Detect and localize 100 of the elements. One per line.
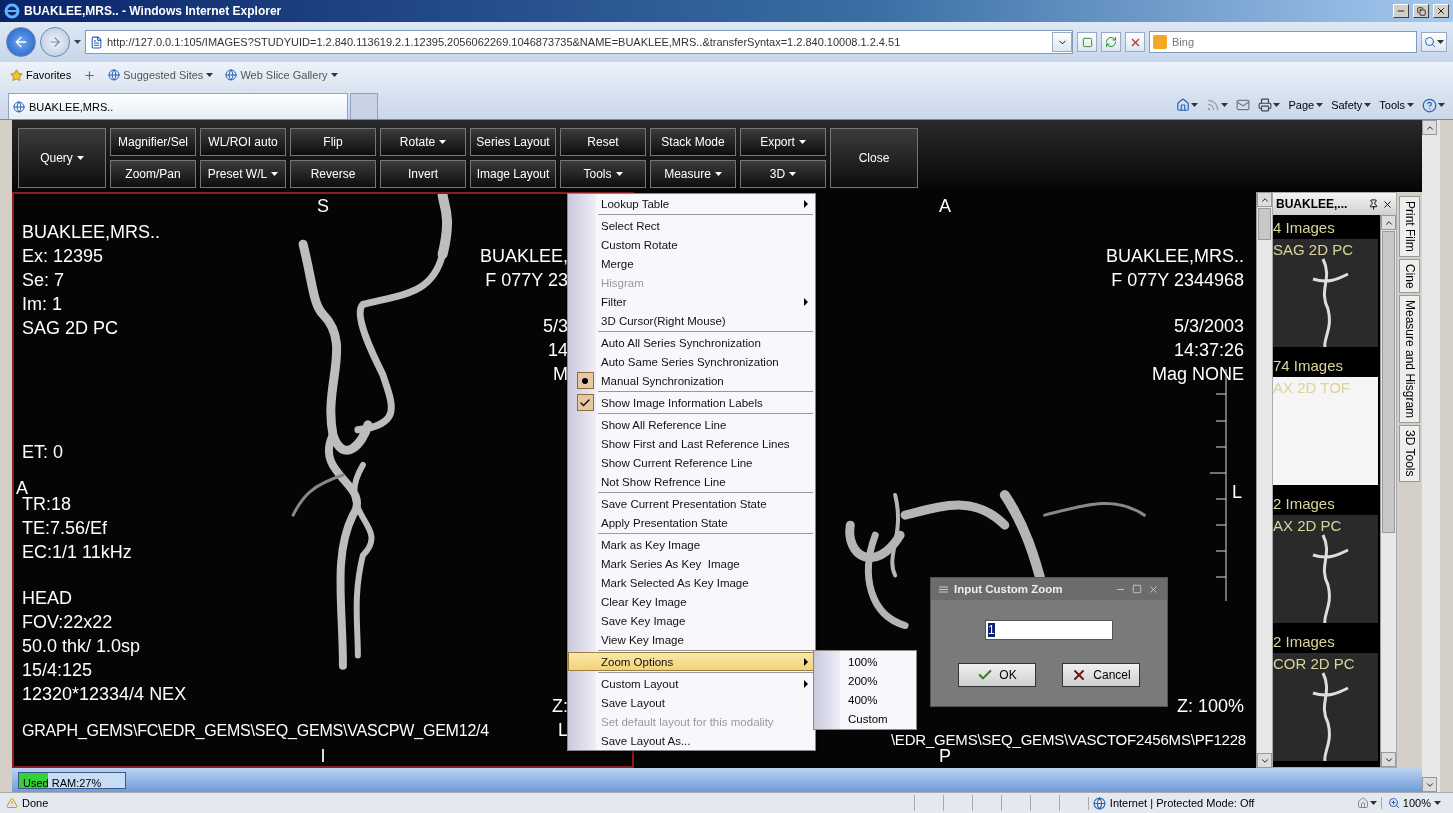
toolbar-button[interactable]: Flip xyxy=(290,128,376,156)
toolbar-button[interactable]: Reset xyxy=(560,128,646,156)
image-info-text: SAG 2D PC xyxy=(22,317,120,340)
image-info-text: 5/3/2003 xyxy=(1173,315,1244,338)
menu-item[interactable]: 100% xyxy=(814,652,916,671)
print-button[interactable] xyxy=(1258,98,1281,112)
side-tab[interactable]: 3D Tools xyxy=(1399,425,1420,482)
compatibility-button[interactable] xyxy=(1077,32,1097,52)
menu-item[interactable]: Zoom Options xyxy=(568,652,815,671)
side-tab[interactable]: Measure and Hisgram xyxy=(1399,295,1420,424)
toolbar-button[interactable]: Series Layout xyxy=(470,128,556,156)
image-info-text: Se: 7 xyxy=(22,269,66,292)
close-button[interactable] xyxy=(1433,4,1449,18)
side-tab[interactable]: Print Film xyxy=(1399,196,1420,257)
stop-button[interactable] xyxy=(1125,32,1145,52)
forward-arrow-icon xyxy=(48,35,62,49)
command-menu[interactable]: Page xyxy=(1288,99,1324,111)
image-info-text: 12320*12334/4 NEX xyxy=(22,683,187,706)
scroll-up-button[interactable] xyxy=(1257,192,1272,207)
image-info-text: 50.0 thk/ 1.0sp xyxy=(22,635,142,658)
zoom-button[interactable]: 100% xyxy=(1380,797,1447,809)
zoom-text: Z: xyxy=(552,695,568,718)
toolbar-button[interactable]: Query xyxy=(18,128,106,188)
scroll-thumb[interactable] xyxy=(1382,231,1395,533)
favorites-button[interactable]: Favorites xyxy=(10,68,72,82)
scroll-down-button[interactable] xyxy=(1422,777,1437,792)
toolbar-button[interactable]: Invert xyxy=(380,160,466,188)
home-button[interactable] xyxy=(1176,98,1199,112)
feeds-button[interactable] xyxy=(1206,98,1229,112)
orientation-label: S xyxy=(317,195,329,218)
favorites-link[interactable]: Suggested Sites xyxy=(108,69,214,81)
search-field[interactable]: Bing xyxy=(1149,31,1417,53)
dialog-button[interactable]: OK xyxy=(958,662,1036,687)
mail-button[interactable] xyxy=(1236,98,1251,112)
close-icon xyxy=(1382,198,1393,210)
toolbar-button[interactable]: Export xyxy=(740,128,826,156)
browser-tab[interactable]: BUAKLEE,MRS.. xyxy=(8,93,348,119)
toolbar-button[interactable]: Image Layout xyxy=(470,160,556,188)
close-button[interactable]: Close xyxy=(830,128,918,188)
help-button[interactable] xyxy=(1422,97,1445,113)
caret-icon xyxy=(1364,103,1372,107)
pin-button[interactable] xyxy=(1368,198,1379,210)
minimize-button[interactable] xyxy=(1393,4,1409,18)
thumbnail-image[interactable] xyxy=(1273,653,1378,761)
search-button[interactable] xyxy=(1421,32,1447,52)
menu-item[interactable]: Custom xyxy=(814,709,916,728)
thumbnail-image[interactable] xyxy=(1273,239,1378,347)
series-count: 4 Images xyxy=(1273,218,1336,238)
restore-button[interactable] xyxy=(1413,4,1429,18)
command-menu[interactable]: Safety xyxy=(1331,99,1372,111)
caret-icon xyxy=(1437,40,1444,44)
thumbnail-image[interactable] xyxy=(1273,377,1378,485)
menu-item[interactable]: 200% xyxy=(814,671,916,690)
submenu-arrow-icon xyxy=(804,657,808,666)
toolbar-button[interactable]: WL/ROI auto xyxy=(200,128,286,156)
toolbar-button[interactable]: Reverse xyxy=(290,160,376,188)
toolbar-button[interactable]: Zoom/Pan xyxy=(110,160,196,188)
toolbar-button[interactable]: Preset W/L xyxy=(200,160,286,188)
thumbnail-image[interactable] xyxy=(1273,515,1378,623)
zoom-input[interactable]: 1 xyxy=(985,619,1113,640)
series-count: 2 Images xyxy=(1273,632,1336,652)
address-field[interactable]: http://127.0.0.1:105/IMAGES?STUDYUID=1.2.840.113619.2.1.12395.2056062269.1046873735&NAME=BUAKLEE,MRS..&transferSyntax=1.2.840.10008.1.2.4.51 xyxy=(85,30,1073,54)
toolbar-button[interactable]: Stack Mode xyxy=(650,128,736,156)
scroll-up-button[interactable] xyxy=(1381,215,1396,230)
caret-icon xyxy=(789,172,797,176)
add-favorite-button[interactable] xyxy=(83,68,97,82)
image-info-text: Im: 1 xyxy=(22,293,63,316)
scroll-down-button[interactable] xyxy=(1257,753,1272,768)
caret-icon xyxy=(1434,801,1441,805)
dropdown-button[interactable] xyxy=(1052,32,1072,52)
forward-button[interactable] xyxy=(40,27,70,57)
toolbar-button[interactable]: Rotate xyxy=(380,128,466,156)
toolbar-button[interactable]: 3D xyxy=(740,160,826,188)
menu-item[interactable]: 400% xyxy=(814,690,916,709)
scroll-down-button[interactable] xyxy=(1381,752,1396,767)
scrollbar[interactable] xyxy=(1380,215,1396,767)
toolbar-button[interactable]: Magnifier/Sel xyxy=(110,128,196,156)
favorites-link[interactable]: Web Slice Gallery xyxy=(225,69,338,81)
caret-icon xyxy=(1273,103,1281,107)
series-name: AX 2D TOF xyxy=(1273,378,1351,398)
image-info-text: 5/3 xyxy=(542,315,568,338)
caret-icon xyxy=(206,73,214,77)
close-icon xyxy=(1436,6,1446,16)
scroll-thumb[interactable] xyxy=(1258,208,1271,240)
command-menu[interactable]: Tools xyxy=(1379,99,1414,111)
refresh-button[interactable] xyxy=(1101,32,1121,52)
back-button[interactable] xyxy=(6,27,36,57)
toolbar-button[interactable]: Tools xyxy=(560,160,646,188)
side-tab[interactable]: Cine xyxy=(1399,258,1420,294)
close-button[interactable] xyxy=(1382,198,1393,210)
scrollbar[interactable] xyxy=(1256,192,1272,768)
warning-icon xyxy=(6,797,18,809)
mail-icon xyxy=(1236,98,1251,112)
page-scrollbar[interactable] xyxy=(1422,120,1440,792)
protected-mode-button[interactable] xyxy=(1356,797,1377,809)
image-info-text: BUAKLEE,MRS.. xyxy=(22,221,162,244)
toolbar-button[interactable]: Measure xyxy=(650,160,736,188)
dialog-button[interactable]: Cancel xyxy=(1062,662,1140,687)
scroll-up-button[interactable] xyxy=(1422,120,1437,135)
panel-title: BUAKLEE,... xyxy=(1276,197,1349,211)
